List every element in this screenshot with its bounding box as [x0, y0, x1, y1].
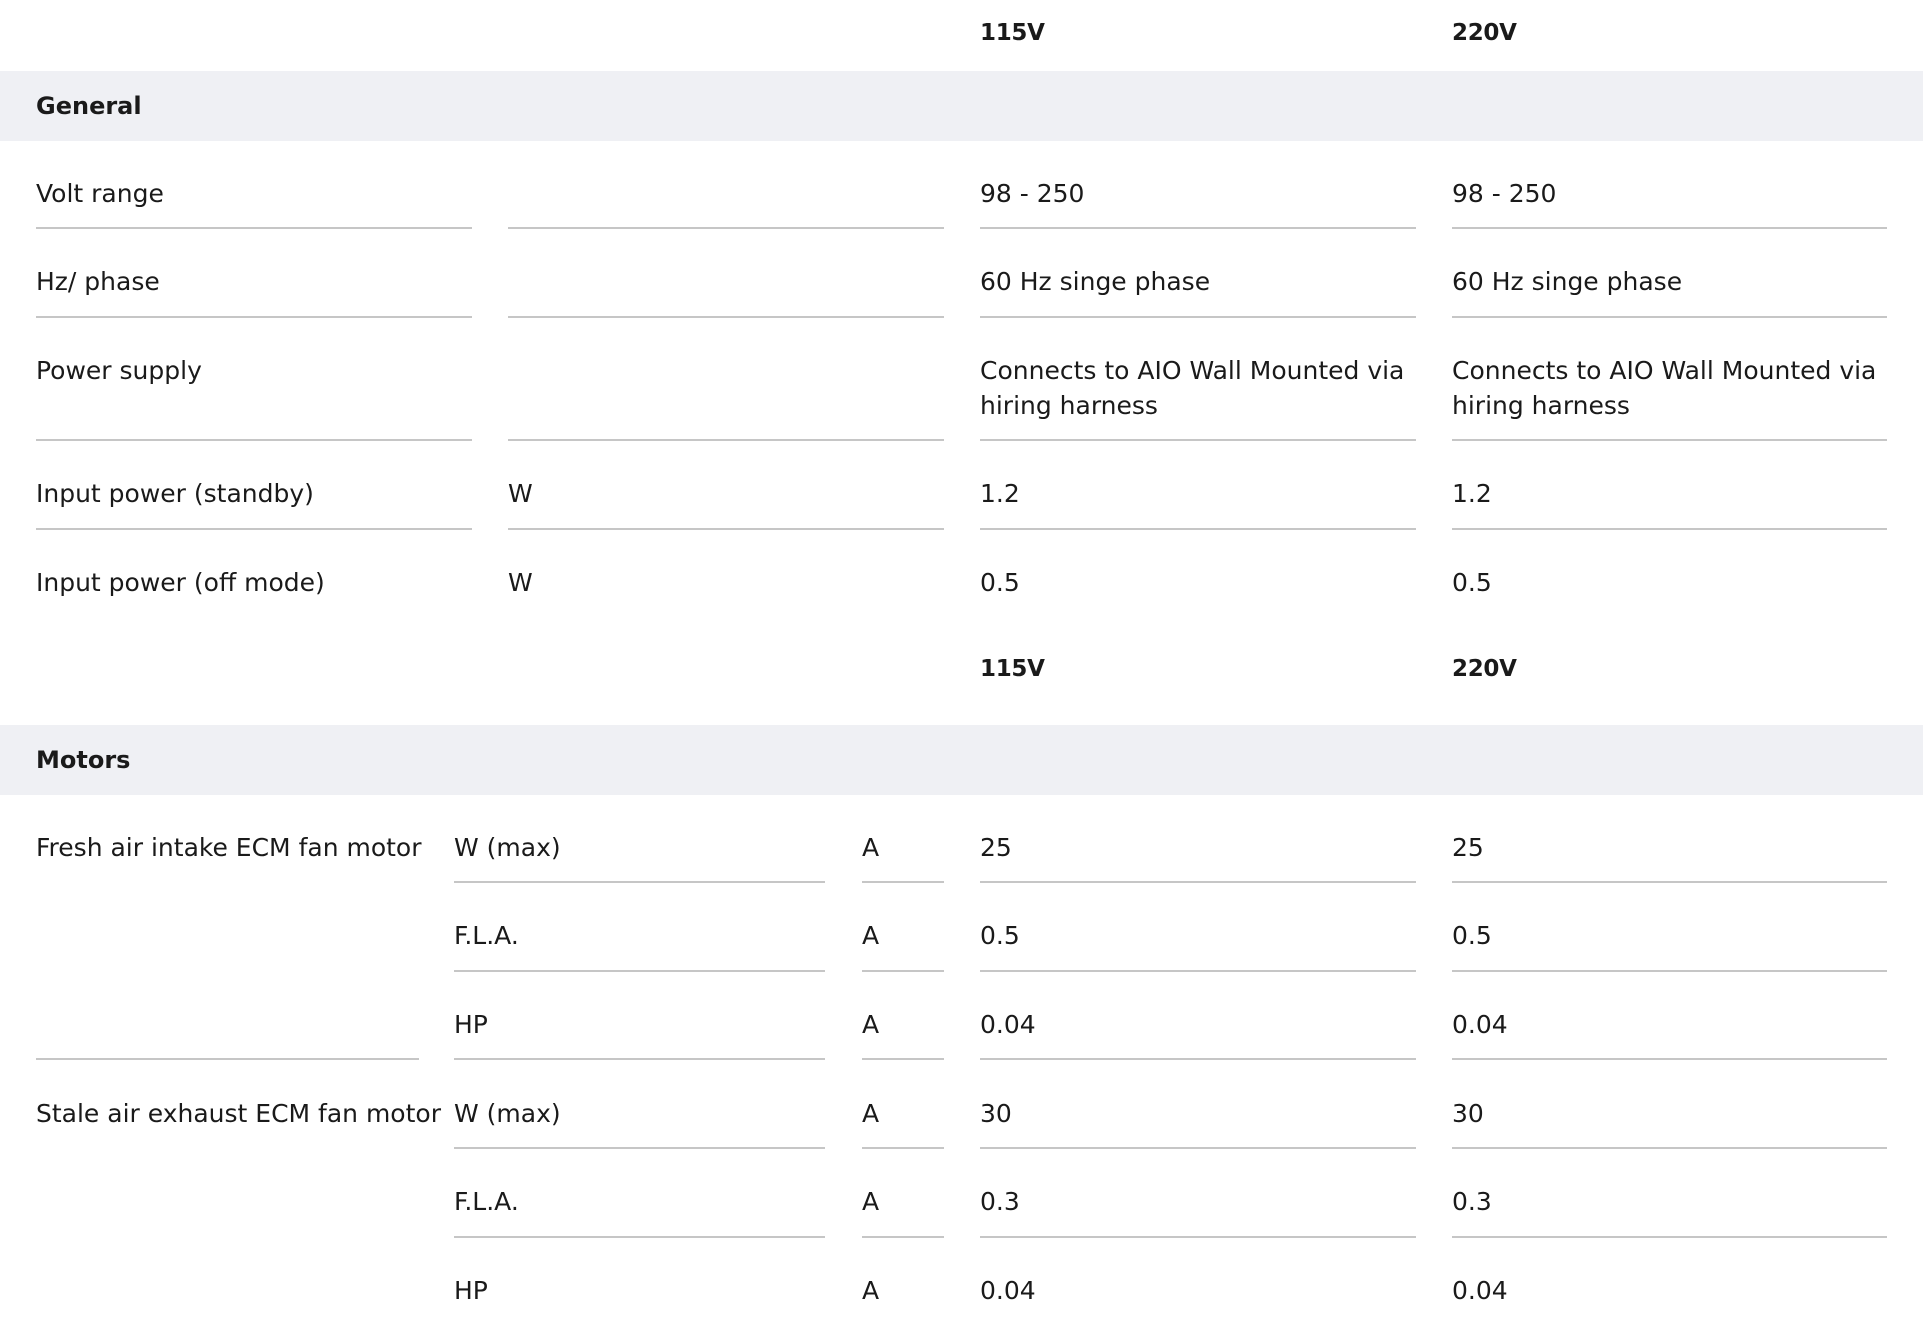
row-label: Volt range [36, 179, 164, 208]
cell-115v: 60 Hz singe phase [980, 267, 1211, 296]
row-divider [508, 439, 944, 441]
cell-220v: 1.2 [1452, 479, 1492, 508]
col-header-220v: 220V [1452, 20, 1517, 46]
row-divider [980, 227, 1416, 229]
section-title-general: General [36, 92, 142, 120]
row-divider [36, 528, 472, 530]
row-divider [36, 439, 472, 441]
row-divider [454, 1058, 825, 1060]
row-divider [1452, 528, 1887, 530]
row-divider [980, 316, 1416, 318]
row-divider [508, 528, 944, 530]
section-general: General [0, 71, 1923, 141]
row-divider [862, 1236, 944, 1238]
param-unit: A [862, 1276, 880, 1305]
cell-115v: Connects to AIO Wall Mounted via hiring … [980, 356, 1405, 420]
cell-220v: 25 [1452, 833, 1484, 862]
row-divider [862, 970, 944, 972]
cell-115v: 0.5 [980, 568, 1020, 597]
param-label: F.L.A. [454, 1187, 519, 1216]
row-divider [862, 881, 944, 883]
group-divider [36, 1058, 419, 1060]
cell-115v: 0.04 [980, 1010, 1036, 1039]
cell-115v: 0.3 [980, 1187, 1020, 1216]
row-divider [980, 1058, 1416, 1060]
row-divider [980, 439, 1416, 441]
row-divider [980, 881, 1416, 883]
row-divider [980, 528, 1416, 530]
cell-220v: Connects to AIO Wall Mounted via hiring … [1452, 356, 1877, 420]
row-divider [36, 316, 472, 318]
row-label: Hz/ phase [36, 267, 160, 296]
row-divider [1452, 1147, 1887, 1149]
row-label: Power supply [36, 356, 202, 385]
row-divider [36, 227, 472, 229]
cell-220v: 0.5 [1452, 568, 1492, 597]
cell-220v: 0.3 [1452, 1187, 1492, 1216]
param-label: HP [454, 1276, 488, 1305]
section-motors: Motors [0, 725, 1923, 795]
param-unit: A [862, 833, 880, 862]
cell-115v: 25 [980, 833, 1012, 862]
col-header-115v: 115V [980, 656, 1045, 682]
row-divider [1452, 881, 1887, 883]
cell-115v: 30 [980, 1099, 1012, 1128]
col-header-115v: 115V [980, 20, 1045, 46]
row-divider [1452, 1058, 1887, 1060]
cell-115v: 98 - 250 [980, 179, 1085, 208]
cell-115v: 0.5 [980, 921, 1020, 950]
row-divider [980, 970, 1416, 972]
row-divider [1452, 970, 1887, 972]
param-label: F.L.A. [454, 921, 519, 950]
motor-label: Stale air exhaust ECM fan motor [36, 1099, 441, 1128]
cell-220v: 98 - 250 [1452, 179, 1557, 208]
param-unit: A [862, 1187, 880, 1216]
row-label: Input power (off mode) [36, 568, 325, 597]
cell-220v: 0.04 [1452, 1010, 1508, 1039]
row-divider [454, 881, 825, 883]
param-label: W (max) [454, 833, 561, 862]
row-unit: W [508, 568, 533, 597]
cell-220v: 0.5 [1452, 921, 1492, 950]
row-divider [508, 227, 944, 229]
param-unit: A [862, 1010, 880, 1039]
param-unit: A [862, 921, 880, 950]
cell-220v: 60 Hz singe phase [1452, 267, 1683, 296]
cell-115v: 0.04 [980, 1276, 1036, 1305]
param-label: W (max) [454, 1099, 561, 1128]
row-divider [454, 970, 825, 972]
row-divider [980, 1236, 1416, 1238]
row-divider [862, 1147, 944, 1149]
row-divider [454, 1236, 825, 1238]
section-title-motors: Motors [36, 746, 131, 774]
param-label: HP [454, 1010, 488, 1039]
cell-220v: 30 [1452, 1099, 1484, 1128]
motor-label: Fresh air intake ECM fan motor [36, 833, 422, 862]
row-divider [454, 1147, 825, 1149]
row-label: Input power (standby) [36, 479, 314, 508]
row-divider [1452, 439, 1887, 441]
cell-220v: 0.04 [1452, 1276, 1508, 1305]
row-divider [1452, 227, 1887, 229]
row-divider [1452, 1236, 1887, 1238]
row-divider [508, 316, 944, 318]
param-unit: A [862, 1099, 880, 1128]
cell-115v: 1.2 [980, 479, 1020, 508]
row-divider [980, 1147, 1416, 1149]
row-unit: W [508, 479, 533, 508]
row-divider [1452, 316, 1887, 318]
col-header-220v: 220V [1452, 656, 1517, 682]
row-divider [862, 1058, 944, 1060]
